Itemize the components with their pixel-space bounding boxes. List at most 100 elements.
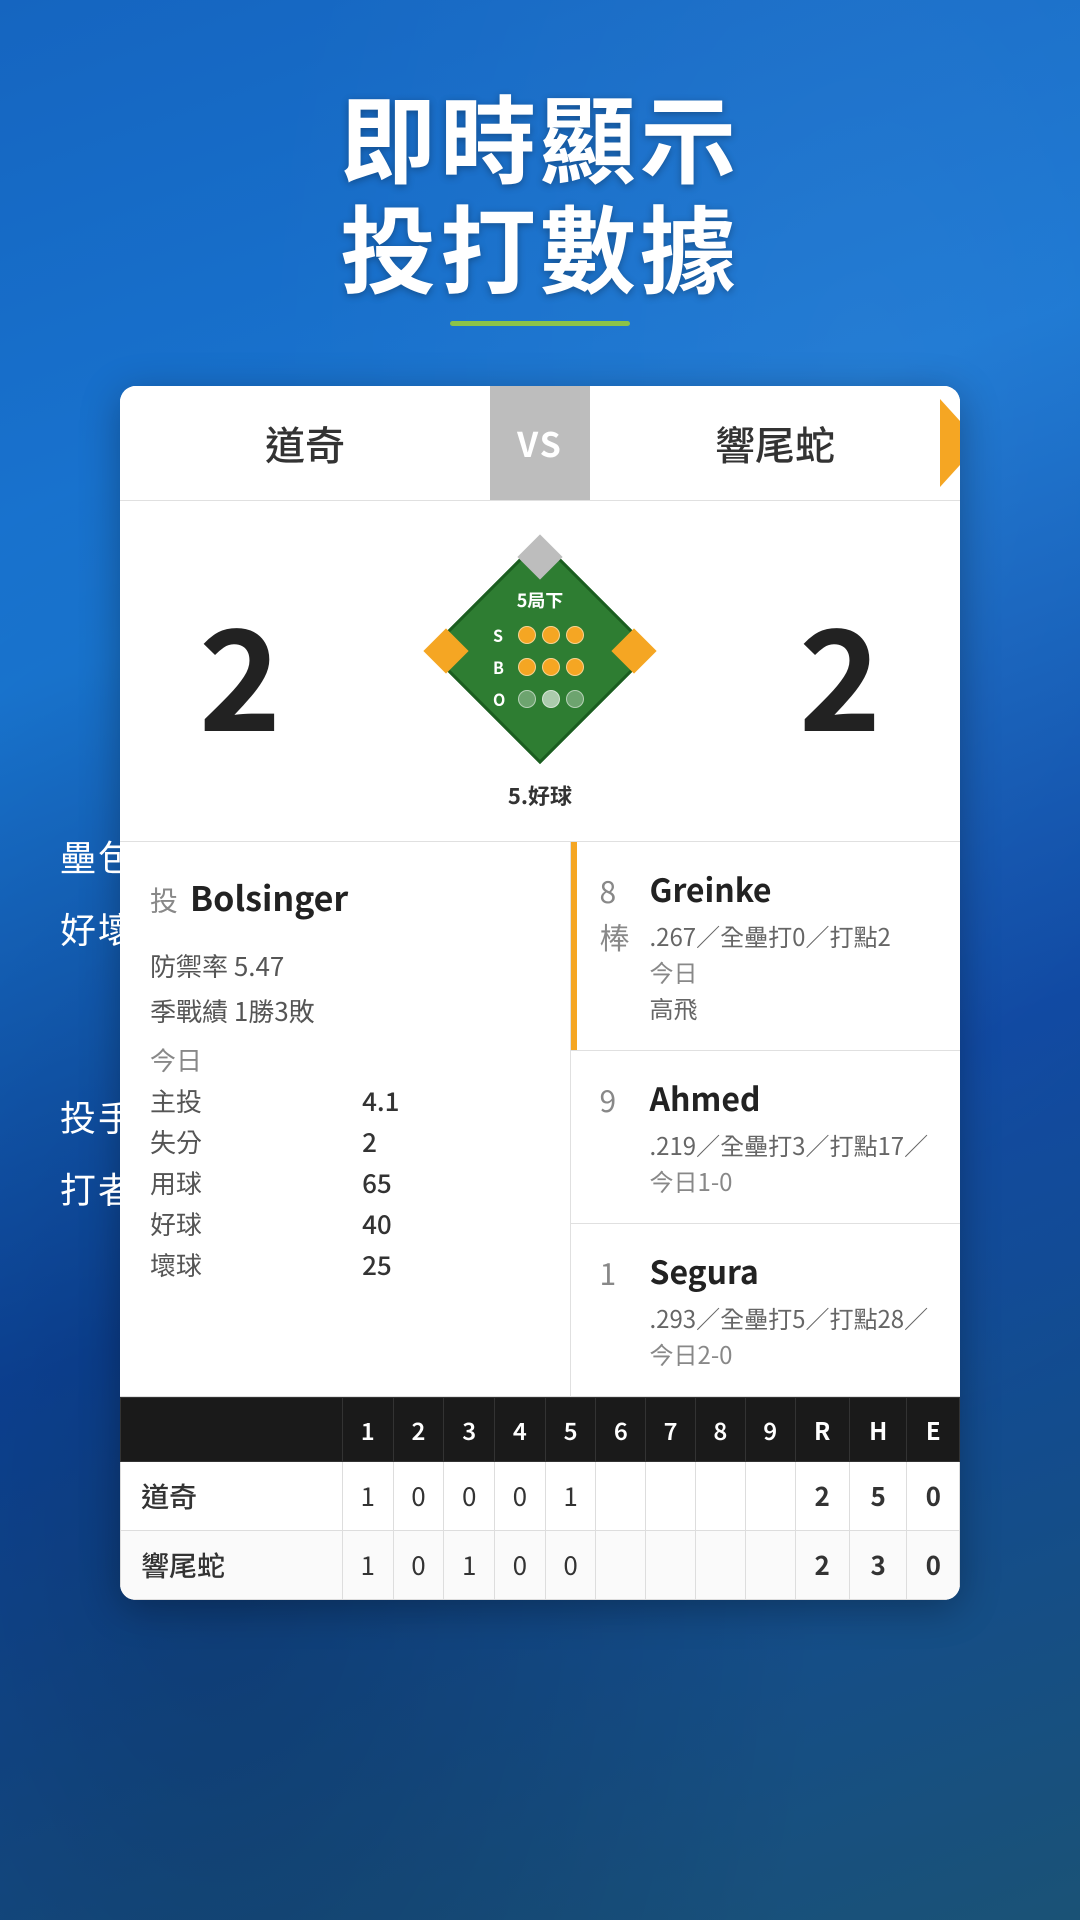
score-team-0: 道奇 [121, 1461, 343, 1530]
inning-header-8: 8 [696, 1397, 746, 1461]
rhe-header-R: R [795, 1397, 849, 1461]
main-title-line1: 即時顯示 [340, 80, 740, 190]
ball-dot-3 [566, 658, 584, 676]
inning-header-1: 1 [342, 1397, 393, 1461]
rhe-h-0: 5 [849, 1461, 907, 1530]
batter-order-num-2: 1 [600, 1248, 645, 1294]
score-team-1: 響尾蛇 [121, 1530, 343, 1599]
batter-order-num-0: 8 [600, 866, 645, 912]
home-team-name: 響尾蛇 [590, 386, 960, 500]
score-cell-1-4: 0 [545, 1530, 596, 1599]
stat-val-用球: 65 [362, 1164, 539, 1201]
score-area: 2 5局下 S [120, 501, 960, 842]
strike-dot-3 [566, 626, 584, 644]
score-cell-0-4: 1 [545, 1461, 596, 1530]
title-underline [450, 321, 630, 326]
batter-today-label-2: 今日2-0 [650, 1336, 937, 1372]
pitcher-name: Bolsinger [190, 872, 348, 921]
vs-badge: VS [490, 386, 590, 500]
info-section: 投 Bolsinger 防禦率 5.47 季戰績 1勝3敗 今日 主投4.1失分… [120, 842, 960, 1397]
inning-header-6: 6 [596, 1397, 646, 1461]
batter-stats-0: .267／全壘打0／打點2 [650, 918, 937, 954]
side-label-batter: 打者 [60, 1152, 136, 1224]
inning-header-4: 4 [495, 1397, 546, 1461]
ball-dot-1 [518, 658, 536, 676]
outs-row: O [493, 687, 587, 711]
outs-label: O [493, 687, 511, 711]
batter-section: 8棒Greinke.267／全壘打0／打點2今日高飛 9Ahmed.219／全壘打… [571, 842, 961, 1396]
score-cell-1-8 [745, 1530, 795, 1599]
score-cell-0-8 [745, 1461, 795, 1530]
strike-dot-2 [542, 626, 560, 644]
batter-today-label-1: 今日1-0 [650, 1163, 937, 1199]
batter-today-result-0: 高飛 [650, 990, 937, 1026]
batter-today-label-0: 今日 [650, 954, 937, 990]
balls-label: B [493, 655, 511, 679]
stat-key-失分: 失分 [150, 1123, 342, 1160]
score-cell-1-0: 1 [342, 1530, 393, 1599]
score-cell-0-2: 0 [444, 1461, 495, 1530]
score-row-1: 響尾蛇10100230 [121, 1530, 960, 1599]
score-cell-0-3: 0 [495, 1461, 546, 1530]
rhe-header-H: H [849, 1397, 907, 1461]
main-card: 道奇 VS 響尾蛇 2 [120, 386, 960, 1600]
side-label-bases: 壘包 [60, 820, 212, 892]
stat-key-主投: 主投 [150, 1082, 342, 1119]
rhe-h-1: 3 [849, 1530, 907, 1599]
home-score: 2 [770, 601, 910, 741]
batter-stats-1: .219／全壘打3／打點17／ [650, 1127, 937, 1163]
batter-name-2: Segura [650, 1248, 937, 1294]
out-dot-2 [542, 690, 560, 708]
current-batter-indicator [571, 842, 577, 1050]
score-cell-1-2: 1 [444, 1530, 495, 1599]
pitcher-stats-grid: 主投4.1失分2用球65好球40壞球25 [150, 1082, 540, 1283]
score-cell-1-5 [596, 1530, 646, 1599]
side-labels-group1: 壘包 好壞球數 [60, 820, 212, 964]
ball-dot-2 [542, 658, 560, 676]
score-row-0: 道奇10001250 [121, 1461, 960, 1530]
out-dot-3 [566, 690, 584, 708]
pitcher-record: 季戰績 1勝3敗 [150, 992, 540, 1029]
strikes-row: S [493, 623, 587, 647]
stat-val-失分: 2 [362, 1123, 539, 1160]
batter-details-1: Ahmed.219／全壘打3／打點17／今日1-0 [650, 1075, 937, 1199]
side-label-pitcher: 投手 [60, 1080, 136, 1152]
rhe-r-1: 2 [795, 1530, 849, 1599]
batter-item-0: 8棒Greinke.267／全壘打0／打點2今日高飛 [571, 842, 961, 1051]
score-header-row: 123456789RHE [121, 1397, 960, 1461]
score-cell-0-6 [646, 1461, 696, 1530]
baseball-diamond: 5局下 S B [420, 531, 660, 811]
batter-order-num-1: 9 [600, 1075, 645, 1121]
balls-row: B [493, 655, 587, 679]
batter-details-0: Greinke.267／全壘打0／打點2今日高飛 [650, 866, 937, 1026]
score-cell-1-7 [696, 1530, 746, 1599]
inning-header-3: 3 [444, 1397, 495, 1461]
batter-order-0: 8棒 [595, 866, 650, 958]
title-section: 即時顯示 投打數據 [260, 80, 820, 326]
rhe-e-0: 0 [907, 1461, 960, 1530]
score-cell-0-7 [696, 1461, 746, 1530]
score-cell-1-3: 0 [495, 1530, 546, 1599]
rhe-header-E: E [907, 1397, 960, 1461]
stat-key-壞球: 壞球 [150, 1246, 342, 1283]
diamond-wrapper: 5局下 S B [420, 531, 660, 771]
away-score: 2 [170, 601, 310, 741]
stat-val-主投: 4.1 [362, 1082, 539, 1119]
pitcher-today-label: 今日 [150, 1041, 540, 1078]
batter-position-0: 棒 [600, 912, 645, 958]
team-col-header [121, 1397, 343, 1461]
score-table-body: 道奇10001250響尾蛇10100230 [121, 1461, 960, 1599]
rhe-e-1: 0 [907, 1530, 960, 1599]
stat-key-用球: 用球 [150, 1164, 342, 1201]
batter-item-2: 1Segura.293／全壘打5／打點28／今日2-0 [571, 1224, 961, 1396]
strikes-label: S [493, 623, 511, 647]
main-title-line2: 投打數據 [340, 190, 740, 300]
side-label-count: 好壞球數 [60, 892, 212, 964]
team-header: 道奇 VS 響尾蛇 [120, 386, 960, 501]
side-labels-group2: 投手 打者 [60, 1080, 136, 1224]
score-cell-1-6 [646, 1530, 696, 1599]
strike-dot-1 [518, 626, 536, 644]
stat-val-壞球: 25 [362, 1246, 539, 1283]
inning-header-5: 5 [545, 1397, 596, 1461]
inning-header-2: 2 [393, 1397, 444, 1461]
